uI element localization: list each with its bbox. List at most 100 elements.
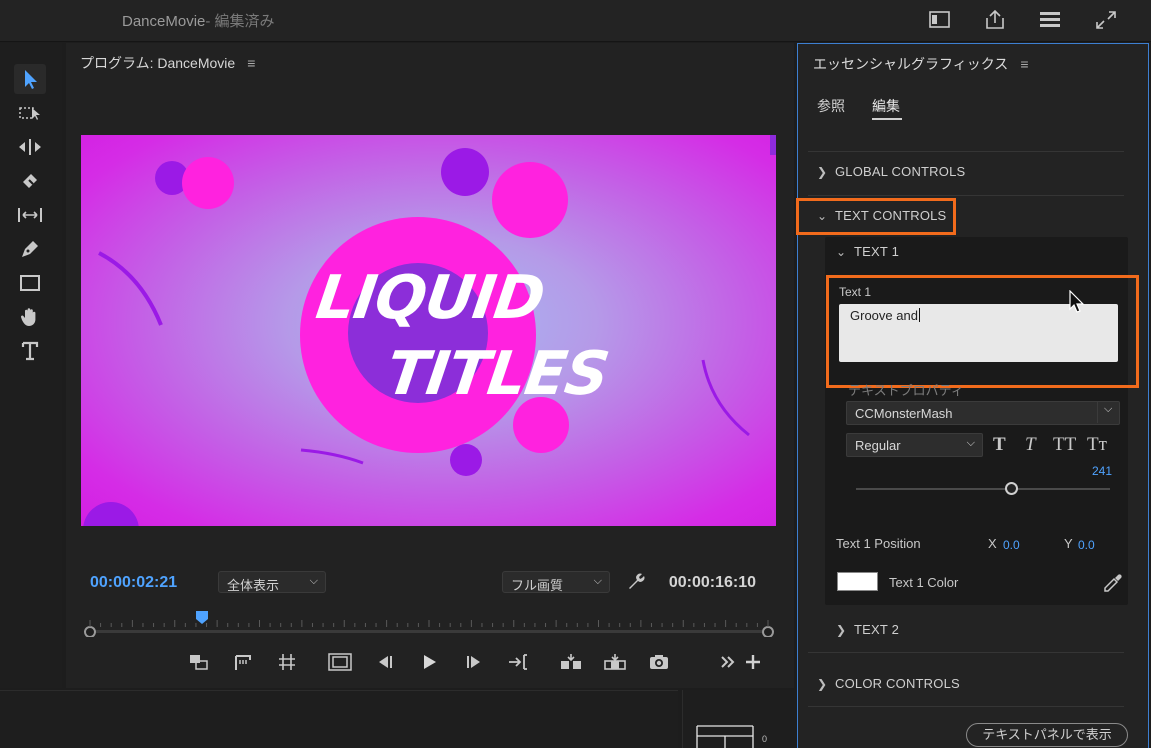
chevron-down-icon: ⌄ (836, 245, 847, 259)
slip-tool-icon[interactable] (14, 200, 46, 230)
step-back-icon[interactable] (373, 651, 397, 673)
divider (808, 151, 1124, 152)
button-editor-icon[interactable] (741, 651, 765, 673)
global-controls-section[interactable]: ❯ GLOBAL CONTROLS (817, 164, 965, 179)
transport-controls (66, 643, 794, 679)
more-controls-icon[interactable] (716, 651, 740, 673)
font-style-select[interactable]: Regular ⌵ (846, 433, 983, 457)
chevron-right-icon: ❯ (836, 623, 847, 637)
program-monitor-panel: プログラム: DanceMovie ≡ LIQUID TITLES 00:00:0… (66, 43, 794, 688)
small-caps-button[interactable]: Tт (1087, 434, 1107, 456)
eyedropper-icon[interactable] (1102, 572, 1124, 597)
divider (808, 706, 1124, 707)
video-preview[interactable]: LIQUID TITLES (81, 135, 776, 526)
text1-section[interactable]: ⌄ TEXT 1 (836, 244, 899, 259)
export-frame-icon[interactable] (647, 651, 671, 673)
font-size-slider-knob[interactable] (1004, 482, 1018, 495)
global-controls-label: GLOBAL CONTROLS (835, 164, 966, 179)
time-ruler[interactable] (83, 611, 777, 638)
text-properties-label: テキストプロパティ (848, 383, 964, 398)
program-monitor-title: プログラム: DanceMovie ≡ (80, 53, 255, 73)
title-bar: DanceMovie- 編集済み (0, 0, 1151, 42)
position-y-label: Y (1064, 536, 1073, 551)
faux-italic-button[interactable]: T (1025, 434, 1036, 456)
divider (808, 652, 1124, 653)
type-tool-icon[interactable] (14, 336, 46, 366)
razor-tool-icon[interactable] (14, 166, 46, 196)
workspaces-icon[interactable] (1037, 8, 1063, 32)
video-title-line2: TITLES (382, 339, 613, 409)
position-y-value[interactable]: 0.0 (1078, 538, 1095, 552)
color-controls-section[interactable]: ❯ COLOR CONTROLS (817, 676, 960, 691)
text1-input-value: Groove and (850, 308, 918, 323)
text-controls-label: TEXT CONTROLS (835, 208, 947, 223)
safe-margins-icon[interactable] (328, 651, 352, 673)
hand-tool-icon[interactable] (14, 302, 46, 332)
faux-bold-button[interactable]: T (993, 434, 1006, 456)
chevron-down-icon: ⌵ (309, 575, 318, 587)
edit-status: - 編集済み (205, 13, 275, 30)
step-forward-icon[interactable] (462, 651, 486, 673)
panel-menu-icon[interactable]: ≡ (1020, 56, 1028, 72)
tab-browse[interactable]: 参照 (817, 96, 845, 116)
mouse-cursor-icon (1069, 289, 1085, 317)
chevron-down-icon: ⌵ (593, 575, 602, 587)
go-to-out-icon[interactable] (506, 651, 530, 673)
mark-in-icon[interactable] (187, 651, 211, 673)
essential-graphics-title: エッセンシャルグラフィックス ≡ (813, 54, 1028, 74)
audio-meter-scale-label: 0 (762, 734, 768, 744)
current-timecode[interactable]: 00:00:02:21 (90, 574, 177, 592)
text1-field-label: Text 1 (839, 285, 872, 299)
text2-section-label: TEXT 2 (854, 622, 900, 637)
chevron-right-icon: ❯ (817, 165, 828, 179)
selection-tool-icon[interactable] (14, 64, 46, 94)
rectangle-tool-icon[interactable] (14, 268, 46, 298)
wrench-icon[interactable] (626, 571, 646, 594)
panel-menu-icon[interactable]: ≡ (247, 55, 255, 71)
insert-icon[interactable] (559, 651, 583, 673)
project-name: DanceMovie (122, 13, 206, 30)
mark-out-icon[interactable] (231, 651, 255, 673)
ripple-edit-tool-icon[interactable] (14, 132, 46, 162)
overwrite-icon[interactable] (603, 651, 627, 673)
pen-tool-icon[interactable] (14, 234, 46, 264)
show-in-text-panel-button[interactable]: テキストパネルで表示 (966, 723, 1128, 747)
playback-quality-value: フル画質 (511, 578, 564, 593)
text-controls-section[interactable]: ⌄ TEXT CONTROLS (817, 208, 946, 223)
font-size-value[interactable]: 241 (1092, 464, 1112, 478)
essential-graphics-title-text: エッセンシャルグラフィックス (813, 56, 1009, 72)
tab-edit[interactable]: 編集 (872, 96, 900, 116)
zoom-level-select[interactable]: 全体表示 ⌵ (218, 571, 326, 593)
tools-panel (0, 43, 62, 688)
text2-section[interactable]: ❯ TEXT 2 (836, 622, 899, 637)
position-x-value[interactable]: 0.0 (1003, 538, 1020, 552)
all-caps-button[interactable]: TT (1053, 434, 1076, 456)
playhead[interactable] (195, 611, 209, 625)
program-monitor-title-text: プログラム: DanceMovie (80, 55, 236, 71)
font-family-select[interactable]: CCMonsterMash ⌵ (846, 401, 1120, 425)
play-icon[interactable] (417, 651, 441, 673)
window-title: DanceMovie- 編集済み (122, 10, 275, 31)
active-tab-indicator (872, 118, 902, 120)
essential-graphics-panel: エッセンシャルグラフィックス ≡ 参照 編集 ❯ GLOBAL CONTROLS ⌄… (796, 43, 1149, 748)
position-label: Text 1 Position (836, 536, 921, 551)
color-controls-label: COLOR CONTROLS (835, 676, 960, 691)
timeline-panel (0, 690, 678, 748)
chevron-down-icon: ⌵ (1097, 401, 1112, 423)
export-icon[interactable] (982, 8, 1008, 32)
duration-timecode: 00:00:16:10 (668, 574, 756, 591)
zoom-level-value: 全体表示 (227, 578, 280, 593)
track-select-tool-icon[interactable] (14, 98, 46, 128)
chevron-right-icon: ❯ (817, 677, 828, 691)
add-marker-icon[interactable] (275, 651, 299, 673)
text-caret (918, 308, 920, 322)
panel-layout-icon[interactable] (927, 8, 953, 32)
text1-color-swatch[interactable] (837, 572, 878, 591)
video-title-line1: LIQUID (312, 263, 549, 333)
text1-color-label: Text 1 Color (889, 575, 959, 590)
text1-section-label: TEXT 1 (854, 244, 900, 259)
fullscreen-icon[interactable] (1093, 8, 1119, 32)
font-size-slider[interactable] (856, 488, 1110, 490)
playback-quality-select[interactable]: フル画質 ⌵ (502, 571, 610, 593)
chevron-down-icon: ⌵ (966, 437, 975, 449)
